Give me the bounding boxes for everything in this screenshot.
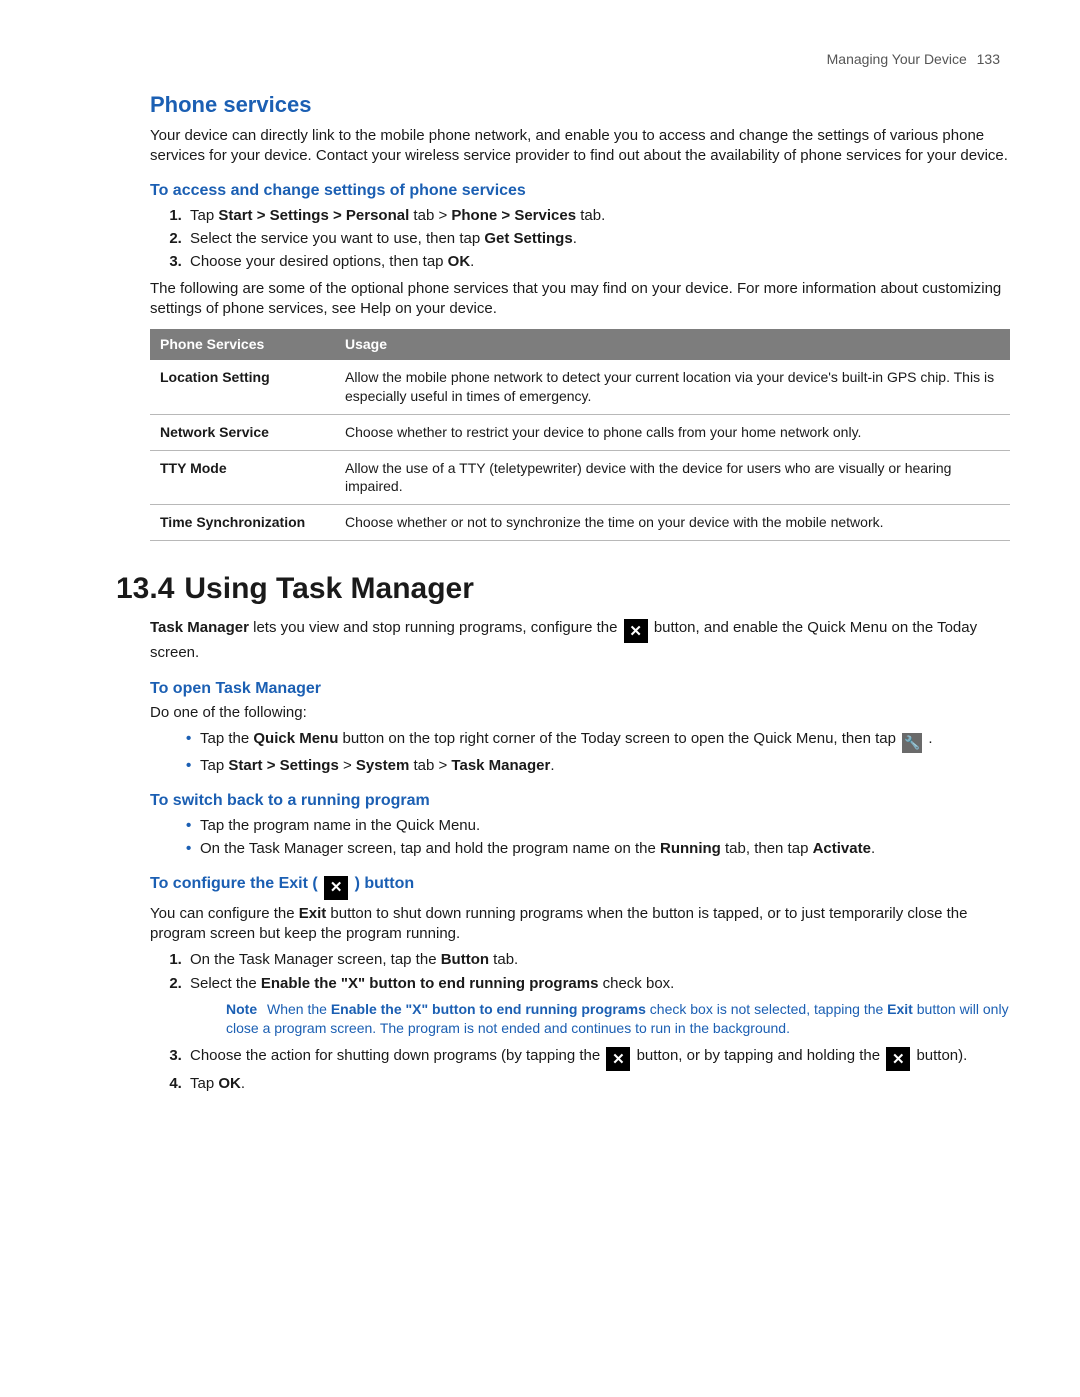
chapter-title: Using Task Manager — [184, 572, 474, 605]
running-header: Managing Your Device 133 — [827, 50, 1000, 69]
open-task-manager-intro: Do one of the following: — [150, 703, 1010, 723]
task-manager-intro: Task Manager lets you view and stop runn… — [150, 618, 1010, 664]
phone-services-note: The following are some of the optional p… — [150, 279, 1010, 320]
x-icon: ✕ — [624, 619, 648, 643]
table-row: Time Synchronization Choose whether or n… — [150, 505, 1010, 541]
configure-exit-intro: You can configure the Exit button to shu… — [150, 904, 1010, 945]
phone-services-intro: Your device can directly link to the mob… — [150, 126, 1010, 167]
configure-exit-step-4: Tap OK. — [186, 1074, 1010, 1094]
howto-access-phone-services: To access and change settings of phone s… — [150, 180, 1010, 202]
configure-exit-step-3: Choose the action for shutting down prog… — [186, 1046, 1010, 1072]
service-name: Time Synchronization — [150, 505, 335, 541]
list-item: Tap the program name in the Quick Menu. — [186, 816, 1010, 836]
configure-exit-steps: On the Task Manager screen, tap the Butt… — [186, 950, 1010, 1094]
service-usage: Choose whether to restrict your device t… — [335, 414, 1010, 450]
x-icon: ✕ — [324, 876, 348, 900]
howto-switch-back: To switch back to a running program — [150, 790, 1010, 812]
list-item: Tap the Quick Menu button on the top rig… — [186, 729, 1010, 753]
col-phone-services: Phone Services — [150, 329, 335, 360]
note-label: Note — [226, 1001, 257, 1017]
note-block: Note When the Enable the "X" button to e… — [226, 1000, 1010, 1038]
configure-exit-step-2: Select the Enable the "X" button to end … — [186, 974, 1010, 1038]
chapter-heading: 13.4 Using Task Manager — [116, 569, 1010, 610]
configure-exit-step-1: On the Task Manager screen, tap the Butt… — [186, 950, 1010, 970]
list-item: Tap Start > Settings > System tab > Task… — [186, 756, 1010, 776]
wrench-icon: 🔧 — [902, 733, 922, 753]
phone-services-steps: Tap Start > Settings > Personal tab > Ph… — [186, 206, 1010, 273]
x-icon: ✕ — [606, 1047, 630, 1071]
col-usage: Usage — [335, 329, 1010, 360]
list-item: On the Task Manager screen, tap and hold… — [186, 839, 1010, 859]
service-name: Location Setting — [150, 360, 335, 414]
table-row: Location Setting Allow the mobile phone … — [150, 360, 1010, 414]
service-name: Network Service — [150, 414, 335, 450]
howto-open-task-manager: To open Task Manager — [150, 678, 1010, 700]
table-row: Network Service Choose whether to restri… — [150, 414, 1010, 450]
table-row: TTY Mode Allow the use of a TTY (teletyp… — [150, 450, 1010, 505]
header-section: Managing Your Device — [827, 51, 967, 67]
phone-step-1: Tap Start > Settings > Personal tab > Ph… — [186, 206, 1010, 226]
phone-step-3: Choose your desired options, then tap OK… — [186, 252, 1010, 272]
phone-step-2: Select the service you want to use, then… — [186, 229, 1010, 249]
x-icon: ✕ — [886, 1047, 910, 1071]
howto-configure-exit: To configure the Exit ( ✕ ) button — [150, 873, 1010, 900]
chapter-number: 13.4 — [116, 572, 174, 605]
service-usage: Allow the mobile phone network to detect… — [335, 360, 1010, 414]
service-name: TTY Mode — [150, 450, 335, 505]
switch-back-options: Tap the program name in the Quick Menu. … — [186, 816, 1010, 860]
page: Managing Your Device 133 Phone services … — [0, 0, 1080, 1397]
open-task-manager-options: Tap the Quick Menu button on the top rig… — [186, 729, 1010, 776]
phone-services-heading: Phone services — [150, 90, 1010, 120]
header-page-number: 133 — [977, 51, 1000, 67]
service-usage: Allow the use of a TTY (teletypewriter) … — [335, 450, 1010, 505]
service-usage: Choose whether or not to synchronize the… — [335, 505, 1010, 541]
content: Phone services Your device can directly … — [150, 90, 1010, 1095]
phone-services-table: Phone Services Usage Location Setting Al… — [150, 329, 1010, 541]
